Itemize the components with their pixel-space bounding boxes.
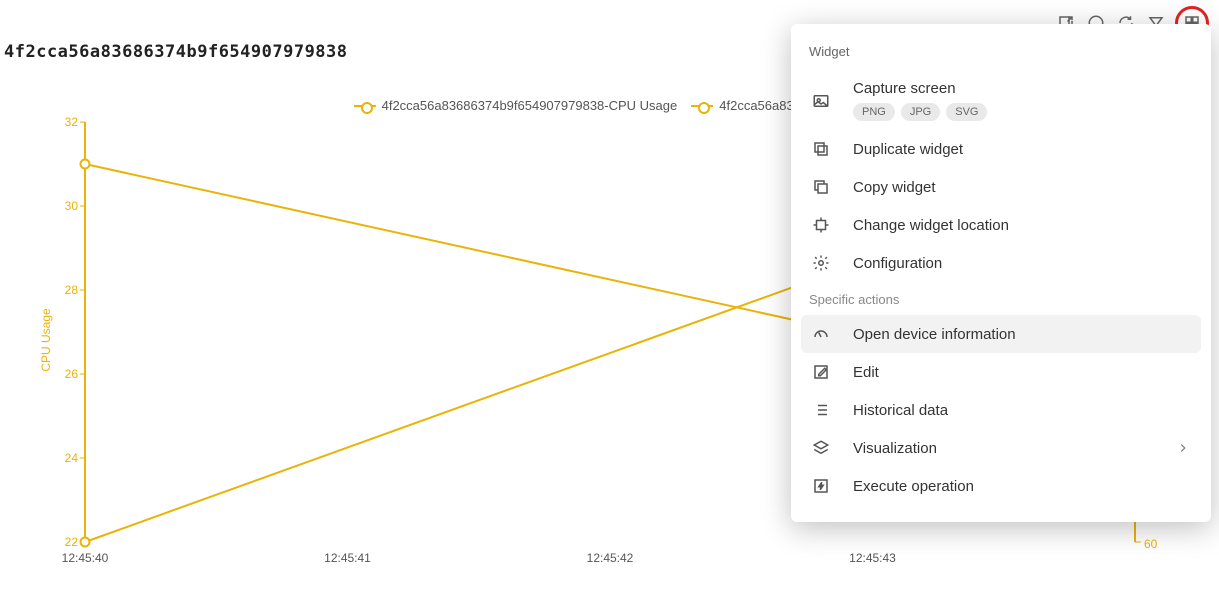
x-tick: 12:45:40 — [62, 551, 109, 565]
gear-icon — [811, 253, 831, 273]
x-tick: 12:45:41 — [324, 551, 371, 565]
edit-icon — [811, 362, 831, 382]
duplicate-icon — [811, 139, 831, 159]
x-tick: 12:45:42 — [587, 551, 634, 565]
y-axis-label: CPU Usage — [39, 308, 53, 372]
badge-svg[interactable]: SVG — [946, 103, 987, 121]
menu-item-copy[interactable]: Copy widget — [801, 168, 1201, 206]
badge-png[interactable]: PNG — [853, 103, 895, 121]
menu-item-label: Execute operation — [853, 478, 974, 495]
list-icon — [811, 400, 831, 420]
page-title: 4f2cca56a83686374b9f654907979838 — [4, 42, 348, 62]
format-badges: PNG JPG SVG — [853, 103, 1191, 121]
copy-icon — [811, 177, 831, 197]
data-marker — [81, 538, 90, 547]
x-tick: 12:45:43 — [849, 551, 896, 565]
data-marker — [81, 160, 90, 169]
menu-header: Widget — [801, 40, 1201, 71]
menu-item-historical[interactable]: Historical data — [801, 391, 1201, 429]
gauge-icon — [811, 324, 831, 344]
menu-item-label: Configuration — [853, 255, 942, 272]
move-icon — [811, 215, 831, 235]
y2-tick: 60 — [1144, 537, 1158, 551]
menu-item-label: Edit — [853, 364, 879, 381]
y-tick: 32 — [65, 115, 79, 129]
y-tick: 24 — [65, 451, 79, 465]
menu-item-move[interactable]: Change widget location — [801, 206, 1201, 244]
chevron-right-icon — [1175, 440, 1191, 456]
y-tick: 22 — [65, 535, 79, 549]
widget-menu: Widget Capture screen PNG JPG SVG Duplic… — [791, 24, 1211, 522]
bolt-icon — [811, 476, 831, 496]
badge-jpg[interactable]: JPG — [901, 103, 940, 121]
menu-item-label: Visualization — [853, 440, 1153, 457]
menu-item-label: Copy widget — [853, 179, 936, 196]
menu-section-header: Specific actions — [801, 282, 1201, 315]
menu-item-config[interactable]: Configuration — [801, 244, 1201, 282]
y-tick: 28 — [65, 283, 79, 297]
y-tick: 26 — [65, 367, 79, 381]
menu-item-label: Change widget location — [853, 217, 1009, 234]
menu-item-duplicate[interactable]: Duplicate widget — [801, 130, 1201, 168]
layers-icon — [811, 438, 831, 458]
image-icon — [811, 91, 831, 111]
y-tick: 30 — [65, 199, 79, 213]
menu-item-label: Duplicate widget — [853, 141, 963, 158]
menu-item-visualization[interactable]: Visualization — [801, 429, 1201, 467]
menu-item-label: Historical data — [853, 402, 948, 419]
menu-item-label: Capture screen — [853, 80, 1191, 97]
menu-item-label: Open device information — [853, 326, 1016, 343]
menu-item-execute[interactable]: Execute operation — [801, 467, 1201, 505]
menu-item-capture[interactable]: Capture screen PNG JPG SVG — [801, 71, 1201, 130]
menu-item-edit[interactable]: Edit — [801, 353, 1201, 391]
menu-item-device-info[interactable]: Open device information — [801, 315, 1201, 353]
